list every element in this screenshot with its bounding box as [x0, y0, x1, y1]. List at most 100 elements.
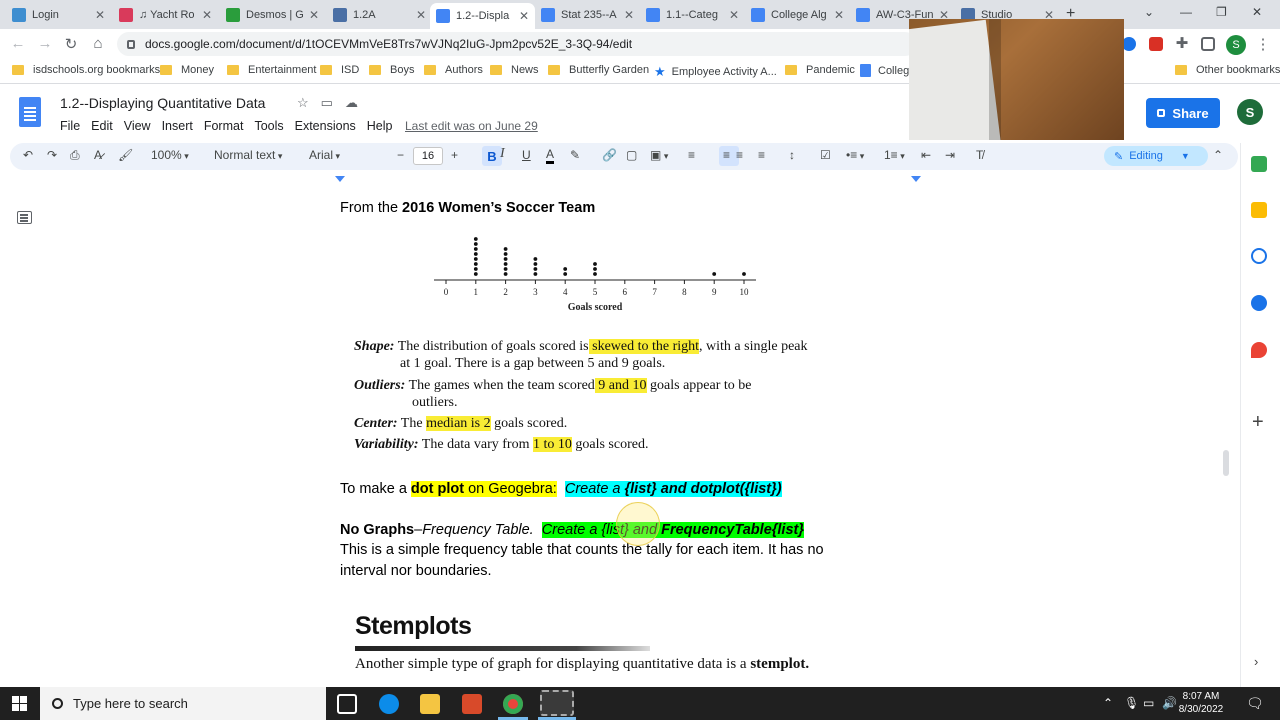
puzzle-extensions-icon[interactable]: ✚: [1173, 34, 1191, 52]
align-center-icon[interactable]: ≡: [723, 148, 730, 162]
reload-icon[interactable]: ↻: [62, 35, 80, 53]
task-view-icon[interactable]: [337, 694, 357, 714]
close-icon[interactable]: ✕: [95, 8, 105, 22]
document-title[interactable]: 1.2--Displaying Quantitative Data: [60, 95, 265, 111]
browser-tab[interactable]: Login ✕: [6, 4, 111, 26]
maps-icon[interactable]: [1251, 342, 1267, 358]
editing-mode-select[interactable]: ✎ Editing ▼: [1104, 146, 1208, 166]
edge-icon[interactable]: [379, 694, 399, 714]
bookmark-folder[interactable]: Boys: [369, 64, 414, 76]
microphone-icon[interactable]: 🎙: [1124, 696, 1139, 710]
browser-tab[interactable]: ♫ Yacht Ro ✕: [113, 4, 218, 26]
show-side-panel-icon[interactable]: ›: [1254, 654, 1258, 669]
spellcheck-icon[interactable]: A̷: [94, 148, 102, 162]
italic-icon[interactable]: I: [500, 146, 505, 162]
bookmark-folder[interactable]: Butterfly Garden: [548, 64, 649, 76]
bulleted-list-icon[interactable]: •≡: [846, 148, 864, 162]
close-icon[interactable]: ✕: [729, 8, 739, 22]
left-indent-marker[interactable]: [335, 176, 345, 182]
tab-search-icon[interactable]: ⌄: [1144, 5, 1154, 19]
browser-tab[interactable]: 1.1--Categ ✕: [640, 4, 745, 26]
highlight-color-icon[interactable]: ✎: [570, 148, 580, 162]
redo-icon[interactable]: ↷: [47, 148, 57, 162]
taskbar-clock[interactable]: 8:07 AM 8/30/2022: [1170, 690, 1232, 716]
line-spacing-icon[interactable]: ↕: [789, 148, 795, 162]
browser-tab[interactable]: Stat 235--A ✕: [535, 4, 640, 26]
font-select[interactable]: Arial: [309, 148, 383, 162]
tray-chevron-icon[interactable]: ⌃: [1103, 696, 1113, 710]
move-folder-icon[interactable]: ▭: [321, 95, 333, 111]
menu-insert[interactable]: Insert: [162, 119, 193, 133]
app-icon[interactable]: [462, 694, 482, 714]
menu-edit[interactable]: Edit: [91, 119, 113, 133]
close-icon[interactable]: ✕: [624, 8, 634, 22]
menu-extensions[interactable]: Extensions: [295, 119, 356, 133]
increase-font-icon[interactable]: +: [451, 148, 458, 162]
zoom-select[interactable]: 100%: [151, 148, 189, 162]
chrome-icon[interactable]: [503, 694, 523, 714]
bookmark-folder[interactable]: News: [490, 64, 539, 76]
link-icon[interactable]: 🔗: [602, 148, 617, 162]
back-icon[interactable]: ←: [9, 35, 27, 52]
extension-icon[interactable]: [1122, 37, 1136, 51]
justify-icon[interactable]: ≡: [758, 148, 765, 162]
menu-file[interactable]: File: [60, 119, 80, 133]
bookmark-link[interactable]: ★ Employee Activity A...: [654, 64, 777, 80]
bold-icon[interactable]: B: [482, 146, 502, 166]
bookmark-folder[interactable]: ISD: [320, 64, 359, 76]
last-edit-link[interactable]: Last edit was on June 29: [405, 119, 538, 133]
star-icon[interactable]: ☆: [297, 95, 309, 111]
close-icon[interactable]: ✕: [519, 9, 529, 23]
undo-icon[interactable]: ↶: [23, 148, 33, 162]
font-size-input[interactable]: 16: [413, 147, 443, 165]
close-icon[interactable]: ✕: [416, 8, 426, 22]
increase-indent-icon[interactable]: ⇥: [945, 148, 955, 162]
vertical-scrollbar[interactable]: [1223, 450, 1229, 476]
bookmark-folder[interactable]: Other bookmarks: [1175, 64, 1280, 76]
comment-icon[interactable]: ▢: [626, 148, 637, 162]
docs-logo-icon[interactable]: [19, 97, 41, 127]
bookmark-folder[interactable]: Money: [160, 64, 214, 76]
browser-tab[interactable]: College Alg ✕: [745, 4, 850, 26]
close-icon[interactable]: ✕: [834, 8, 844, 22]
forward-icon[interactable]: →: [36, 35, 54, 52]
text-color-icon[interactable]: A: [546, 148, 555, 164]
menu-view[interactable]: View: [124, 119, 151, 133]
window-close-icon[interactable]: ✕: [1252, 5, 1262, 19]
contacts-icon[interactable]: [1251, 295, 1267, 311]
right-indent-marker[interactable]: [911, 176, 921, 182]
close-icon[interactable]: ✕: [202, 8, 212, 22]
profile-avatar[interactable]: S: [1226, 35, 1246, 55]
close-icon[interactable]: ✕: [309, 8, 319, 22]
menu-help[interactable]: Help: [367, 119, 393, 133]
share-button[interactable]: Share: [1146, 98, 1220, 128]
avatar[interactable]: S: [1237, 99, 1263, 125]
print-icon[interactable]: ⎙: [70, 148, 80, 163]
taskbar-search[interactable]: Type here to search: [40, 687, 326, 720]
side-panel-icon[interactable]: [1201, 37, 1215, 51]
tasks-icon[interactable]: [1251, 248, 1267, 264]
align-left-icon[interactable]: ≡: [688, 148, 695, 162]
home-icon[interactable]: ⌂: [89, 35, 107, 52]
browser-tab-active[interactable]: 1.2--Displa ✕: [430, 3, 535, 29]
keep-icon[interactable]: [1251, 202, 1267, 218]
windows-start-icon[interactable]: [12, 696, 27, 711]
add-ons-icon[interactable]: +: [1252, 411, 1264, 434]
menu-format[interactable]: Format: [204, 119, 244, 133]
snipping-tool-icon[interactable]: [540, 690, 574, 716]
bookmark-folder[interactable]: Entertainment: [227, 64, 316, 76]
address-bar[interactable]: docs.google.com/document/d/1tOCEVMmVeE8T…: [117, 32, 917, 56]
bookmark-folder[interactable]: isdschools.org bookmarks: [12, 64, 160, 76]
minimize-icon[interactable]: —: [1180, 5, 1192, 19]
extension-icon[interactable]: [1149, 37, 1163, 51]
menu-tools[interactable]: Tools: [254, 119, 283, 133]
calendar-icon[interactable]: [1251, 156, 1267, 172]
paint-format-icon[interactable]: 🖌: [118, 148, 133, 162]
checklist-icon[interactable]: ☑: [820, 148, 831, 162]
browser-tab[interactable]: Desmos | G ✕: [220, 4, 325, 26]
browser-tab[interactable]: 1.2A ✕: [327, 4, 432, 26]
notifications-icon[interactable]: 🗨: [1246, 695, 1264, 712]
more-menu-icon[interactable]: ⋮: [1254, 35, 1272, 53]
clear-formatting-icon[interactable]: T̸: [976, 148, 983, 162]
cloud-status-icon[interactable]: ☁: [345, 95, 358, 111]
